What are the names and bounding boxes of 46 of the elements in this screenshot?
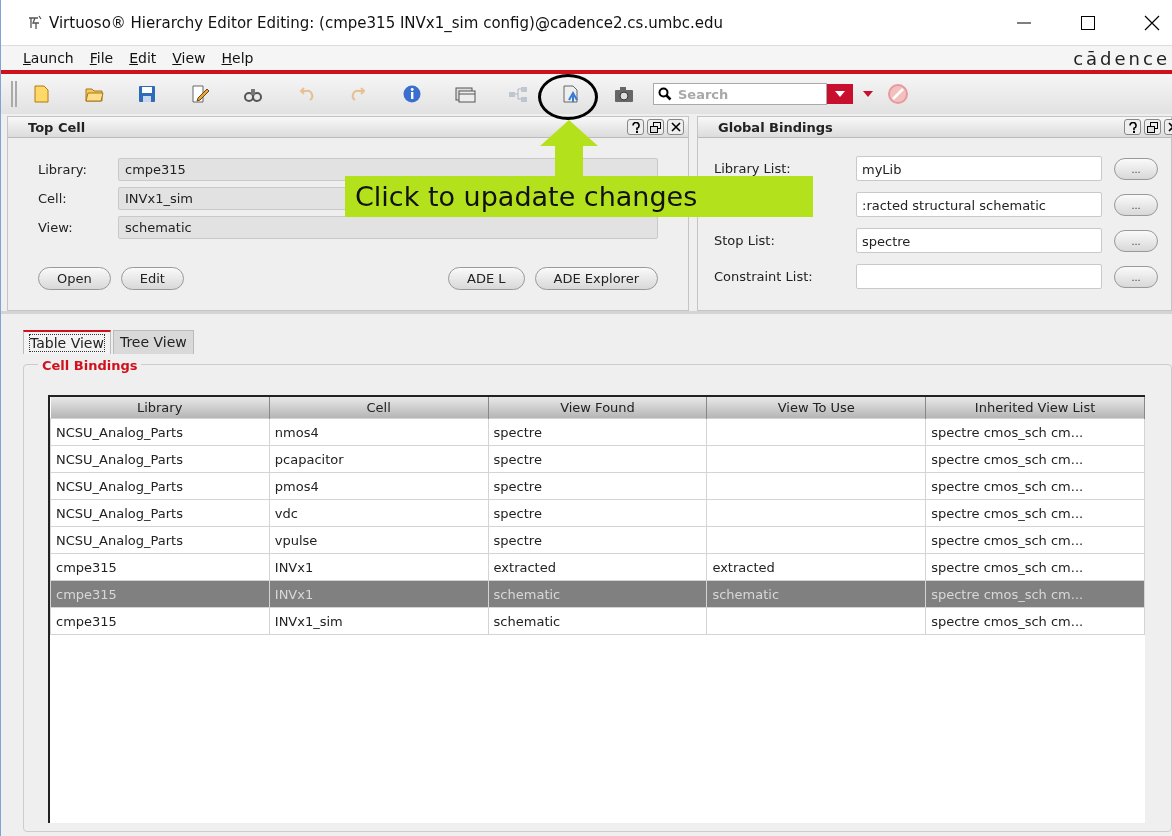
table-cell: spectre cmos_sch cm... (931, 613, 1084, 629)
field-label: View: (38, 220, 74, 235)
table-cell: cmpe315 (56, 586, 117, 602)
table-cell: extracted (712, 559, 775, 575)
field-label: Stop List: (714, 233, 776, 248)
table-cell: spectre cmos_sch cm... (931, 478, 1084, 494)
table-cell: NCSU_Analog_Parts (56, 424, 183, 440)
table-cell: vdc (274, 505, 298, 521)
panel-title: Global Bindings (718, 119, 833, 135)
table-cell: INVx1 (274, 586, 314, 602)
table-cell: spectre cmos_sch cm... (931, 559, 1084, 575)
table-cell: INVx1 (274, 559, 314, 575)
table-cell: schematic (493, 586, 561, 602)
field-label: Library: (38, 162, 88, 177)
table-cell: NCSU_Analog_Parts (56, 451, 183, 467)
table-cell: spectre (493, 505, 542, 521)
table-cell: pmos4 (274, 478, 319, 494)
table-cell: pcapacitor (274, 451, 344, 467)
table-cell: NCSU_Analog_Parts (56, 532, 183, 548)
window-title: Virtuoso® Hierarchy Editor Editing: (cmpe315 INVx1_sim config)@cadence2.cs.umbc.edu (49, 13, 724, 32)
field-label: Cell: (38, 191, 68, 206)
table-cell: vpulse (274, 532, 318, 548)
table-cell: cmpe315 (56, 559, 117, 575)
field-label: Library List: (714, 161, 792, 176)
table-cell: spectre (493, 451, 542, 467)
table-cell: NCSU_Analog_Parts (56, 505, 183, 521)
table-cell: spectre cmos_sch cm... (931, 424, 1084, 440)
table-cell: spectre cmos_sch cm... (931, 451, 1084, 467)
panel-title: Top Cell (28, 119, 86, 135)
table-cell: cmpe315 (56, 613, 117, 629)
table-cell: spectre (493, 478, 542, 494)
table-cell: schematic (493, 613, 561, 629)
group-title: Cell Bindings (38, 358, 142, 373)
table-cell: spectre cmos_sch cm... (931, 532, 1084, 548)
table-cell: spectre cmos_sch cm... (931, 505, 1084, 521)
brand-logo: cādence (1073, 47, 1170, 69)
table-cell: extracted (493, 559, 556, 575)
field-label: Constraint List: (714, 269, 814, 284)
table-cell: NCSU_Analog_Parts (56, 478, 183, 494)
table-cell: schematic (712, 586, 780, 602)
table-cell: spectre (493, 532, 542, 548)
table-cell: INVx1_sim (274, 613, 343, 629)
table-cell: spectre (493, 424, 542, 440)
callout-tooltip: Click to upadate changes (345, 176, 813, 217)
table-cell: nmos4 (274, 424, 319, 440)
table-cell: spectre cmos_sch cm... (931, 586, 1084, 602)
